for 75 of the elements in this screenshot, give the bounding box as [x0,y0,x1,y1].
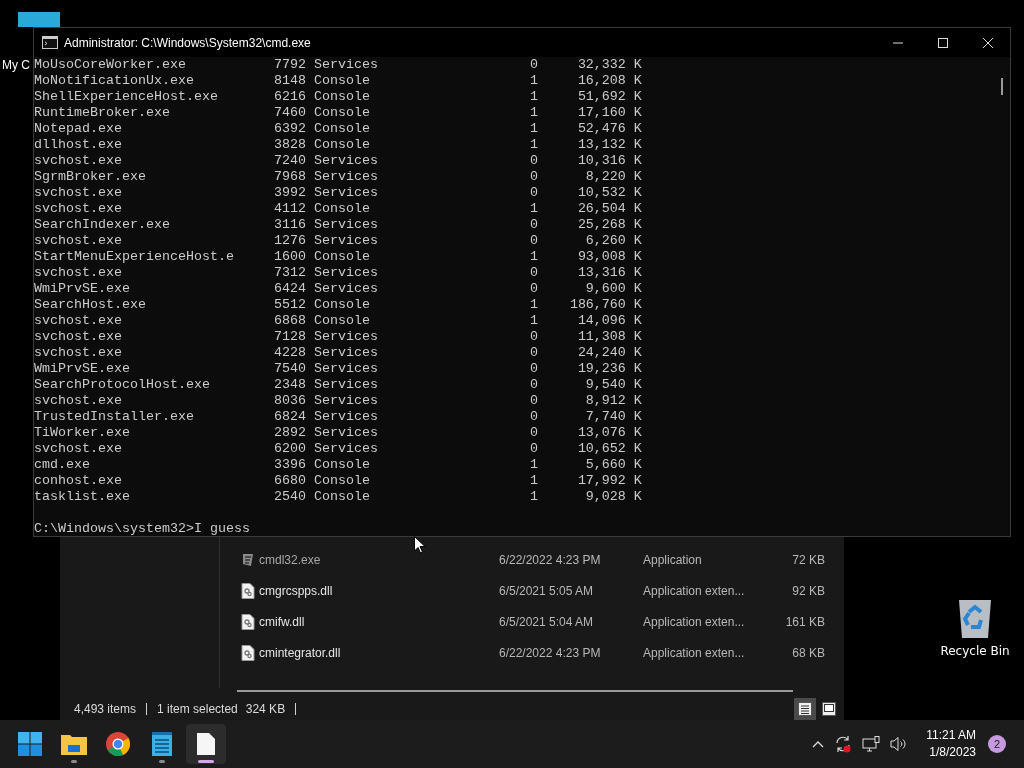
volume-icon[interactable] [890,736,909,752]
console-line: SearchProtocolHost.exe 2348 Services 0 9,540 K [34,377,642,393]
console-line: ShellExperienceHost.exe 6216 Console 1 51,692 K [34,89,642,105]
close-icon[interactable] [982,36,994,49]
scrollbar-thumb[interactable] [1001,78,1003,95]
console-line: cmd.exe 3396 Console 1 5,660 K [34,457,642,473]
console-line: TrustedInstaller.exe 6824 Services 0 7,740 K [34,409,642,425]
console-line: svchost.exe 7128 Services 0 11,308 K [34,329,642,345]
selection-size: 324 KB [245,702,286,717]
file-size: 92 KB [791,583,825,598]
details-view-button[interactable] [794,698,816,721]
date-modified: 6/5/2021 5:04 AM [499,614,595,629]
file-name[interactable]: cmifw.dll [259,614,499,629]
console-line: conhost.exe 6680 Console 1 17,992 K [34,473,642,489]
document-gear-icon [241,582,255,599]
console-line: MoNotificationUx.exe 8148 Console 1 16,208 K [34,73,642,89]
console-line: RuntimeBroker.exe 7460 Console 1 17,160 K [34,105,642,121]
date-modified: 6/5/2021 5:05 AM [499,583,595,598]
desktop-icon-label[interactable]: Recycle Bin [940,644,1010,658]
taskbar-app-button[interactable] [186,724,226,764]
console-line: svchost.exe 4228 Services 0 24,240 K [34,345,642,361]
selection-count: 1 item selected [157,702,238,717]
file-size: 68 KB [791,645,825,660]
file-type: Application [643,552,703,567]
maximize-icon[interactable] [937,36,949,49]
console-line: tasklist.exe 2540 Console 1 9,028 K [34,489,642,505]
windows-logo-icon [18,732,42,756]
window-title: Administrator: C:\Windows\System32\cmd.exe [64,35,311,50]
file-type: Application exten... [643,645,746,660]
desktop-icon-label[interactable]: My C [2,58,30,72]
console-line: Notepad.exe 6392 Console 1 52,476 K [34,121,642,137]
file-name[interactable]: cmdl32.exe [259,552,499,567]
console-line: SearchHost.exe 5512 Console 1 186,760 K [34,297,642,313]
console-line: WmiPrvSE.exe 6424 Services 0 9,600 K [34,281,642,297]
console-line: StartMenuExperienceHost.e 1600 Console 1 93,008 K [34,249,642,265]
folder-icon [61,733,87,755]
console-line: svchost.exe 8036 Services 0 8,912 K [34,393,642,409]
item-count: 4,493 items [74,702,137,717]
document-gear-icon [241,613,255,630]
notepad-icon [152,732,172,756]
console-line: dllhost.exe 3828 Console 1 13,132 K [34,137,642,153]
console-line: WmiPrvSE.exe 7540 Services 0 19,236 K [34,361,642,377]
date-modified: 6/22/2022 4:23 PM [499,645,602,660]
console-line: svchost.exe 6868 Console 1 14,096 K [34,313,642,329]
console-line: svchost.exe 6200 Services 0 10,652 K [34,441,642,457]
document-icon [197,733,215,755]
console-line: svchost.exe 3992 Services 0 10,532 K [34,185,642,201]
file-size: 72 KB [791,552,825,567]
console-icon [42,36,58,49]
sync-alert-icon[interactable] [834,735,853,753]
file-name[interactable]: cmgrcspps.dll [259,583,499,598]
clock-time[interactable]: 11:21 AM [926,727,976,744]
console-line: MoUsoCoreWorker.exe 7792 Services 0 32,332 K [34,57,642,73]
console-line: svchost.exe 7312 Services 0 13,316 K [34,265,642,281]
notification-badge[interactable]: 2 [988,735,1006,753]
command-prompt-line[interactable]: C:\Windows\system32>I guess [34,521,250,537]
file-type: Application exten... [643,614,746,629]
console-line: svchost.exe 4112 Console 1 26,504 K [34,201,642,217]
application-icon [241,551,255,568]
recycle-bin-icon[interactable] [957,598,993,640]
network-icon[interactable] [862,736,881,752]
console-line: svchost.exe 7240 Services 0 10,316 K [34,153,642,169]
chevron-up-icon[interactable] [812,740,825,748]
horizontal-scrollbar[interactable] [237,690,793,692]
file-size: 161 KB [784,614,825,629]
console-line: svchost.exe 1276 Services 0 6,260 K [34,233,642,249]
console-line: TiWorker.exe 2892 Services 0 13,076 K [34,425,642,441]
document-gear-icon [241,644,255,661]
file-type: Application exten... [643,583,746,598]
console-line: SearchIndexer.exe 3116 Services 0 25,268 K [34,217,642,233]
clock-date[interactable]: 1/8/2023 [929,744,976,761]
browser-icon [106,732,130,756]
console-line: SgrmBroker.exe 7968 Services 0 8,220 K [34,169,642,185]
date-modified: 6/22/2022 4:23 PM [499,552,602,567]
file-name[interactable]: cmintegrator.dll [259,645,499,660]
